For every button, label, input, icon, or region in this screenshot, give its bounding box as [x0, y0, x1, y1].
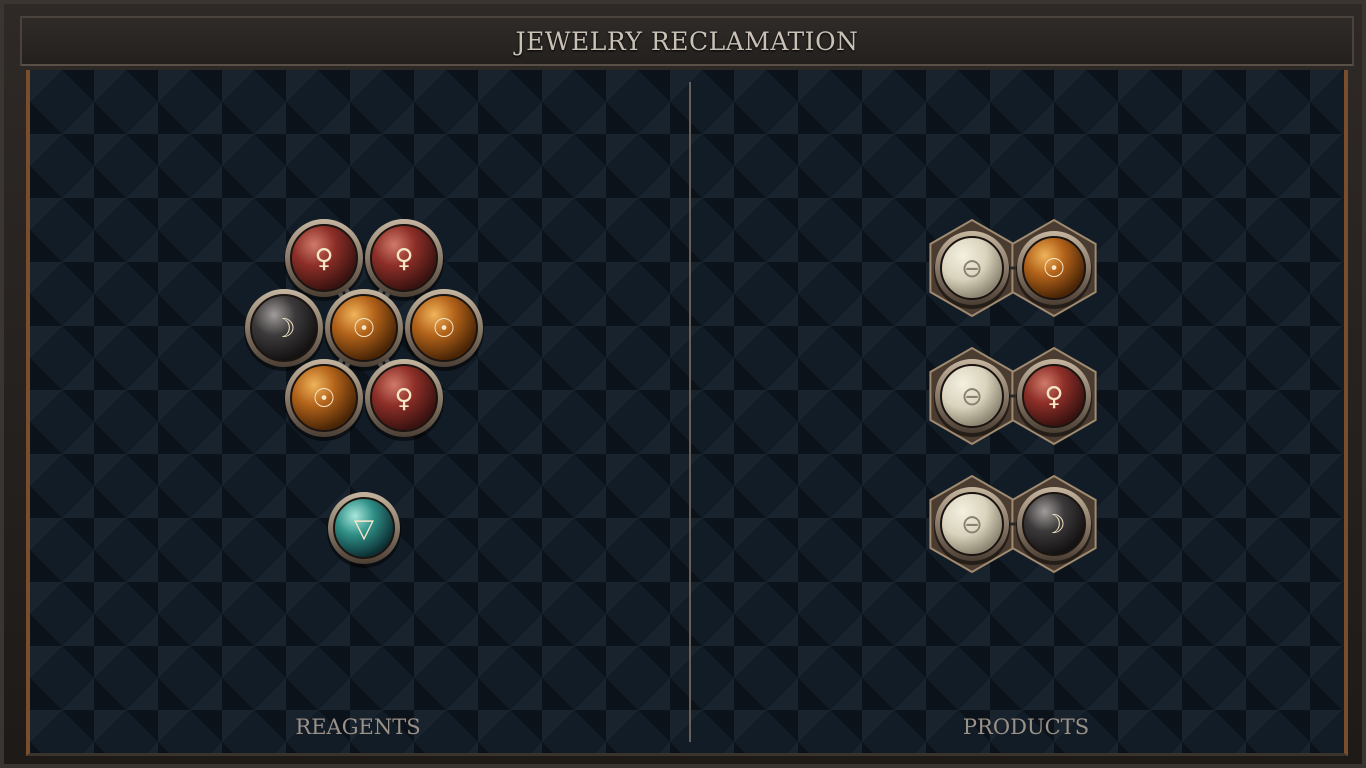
reagent-atom-moon-silver[interactable]: ☽: [244, 289, 324, 371]
products-list: ⊖ ☉⊖ ♀⊖ ☽: [929, 218, 1097, 574]
product-atom-sun-gold[interactable]: ☉: [1016, 231, 1092, 309]
products-label: PRODUCTS: [962, 715, 1090, 739]
reagent-atom-sun-gold[interactable]: ☉: [404, 289, 484, 371]
salt-symbol-icon: ⊖: [961, 254, 983, 284]
molecule-canvas: ♀ ♀☽ ☉ ☉☉ ♀▽⊖ ☉⊖ ♀⊖ ☽: [244, 218, 1097, 574]
reagent-atom-sun-gold[interactable]: ☉: [324, 289, 404, 371]
venus-copper-symbol-icon: ♀: [394, 384, 413, 414]
product-atom-salt[interactable]: ⊖: [934, 359, 1010, 437]
water-symbol-icon: ▽: [354, 514, 374, 544]
salt-symbol-icon: ⊖: [961, 510, 983, 540]
reagents-label: REAGENTS: [295, 715, 421, 739]
moon-silver-symbol-icon: ☽: [1042, 510, 1065, 540]
sun-gold-symbol-icon: ☉: [432, 314, 455, 344]
reagent-water[interactable]: ▽: [327, 492, 401, 568]
game-window-frame: JEWELRY RECLAMATION ♀ ♀ ☽ ☉ ☉ ☉ ♀ ▽ ⊖ ☉ …: [0, 0, 1366, 768]
product-atom-venus-copper[interactable]: ♀: [1016, 359, 1092, 437]
product-molecule[interactable]: ⊖ ☉: [929, 218, 1097, 318]
product-atom-moon-silver[interactable]: ☽: [1016, 487, 1092, 565]
venus-copper-symbol-icon: ♀: [1044, 382, 1063, 412]
reagent-atom-venus-copper[interactable]: ♀: [364, 219, 444, 301]
reagent-atom-water[interactable]: ▽: [327, 492, 401, 568]
sun-gold-symbol-icon: ☉: [1042, 254, 1065, 284]
puzzle-title: JEWELRY RECLAMATION: [515, 26, 859, 56]
reagent-molecule[interactable]: ♀ ♀ ☽ ☉ ☉ ☉ ♀: [244, 219, 484, 441]
reagent-atom-sun-gold[interactable]: ☉: [284, 359, 364, 441]
salt-symbol-icon: ⊖: [961, 382, 983, 412]
reagent-atom-venus-copper[interactable]: ♀: [364, 359, 444, 441]
sun-gold-symbol-icon: ☉: [312, 384, 335, 414]
venus-copper-symbol-icon: ♀: [314, 244, 333, 274]
product-atom-salt[interactable]: ⊖: [934, 487, 1010, 565]
product-atom-salt[interactable]: ⊖: [934, 231, 1010, 309]
puzzle-board: ♀ ♀ ☽ ☉ ☉ ☉ ♀ ▽ ⊖ ☉ ⊖ ♀ ⊖ ☽ REAGENTS PRODUCTS: [26, 70, 1348, 756]
reagent-atom-venus-copper[interactable]: ♀: [284, 219, 364, 301]
title-bar: JEWELRY RECLAMATION: [20, 16, 1354, 66]
venus-copper-symbol-icon: ♀: [394, 244, 413, 274]
sun-gold-symbol-icon: ☉: [352, 314, 375, 344]
product-molecule[interactable]: ⊖ ☽: [929, 474, 1097, 574]
moon-silver-symbol-icon: ☽: [272, 314, 295, 344]
product-molecule[interactable]: ⊖ ♀: [929, 346, 1097, 446]
